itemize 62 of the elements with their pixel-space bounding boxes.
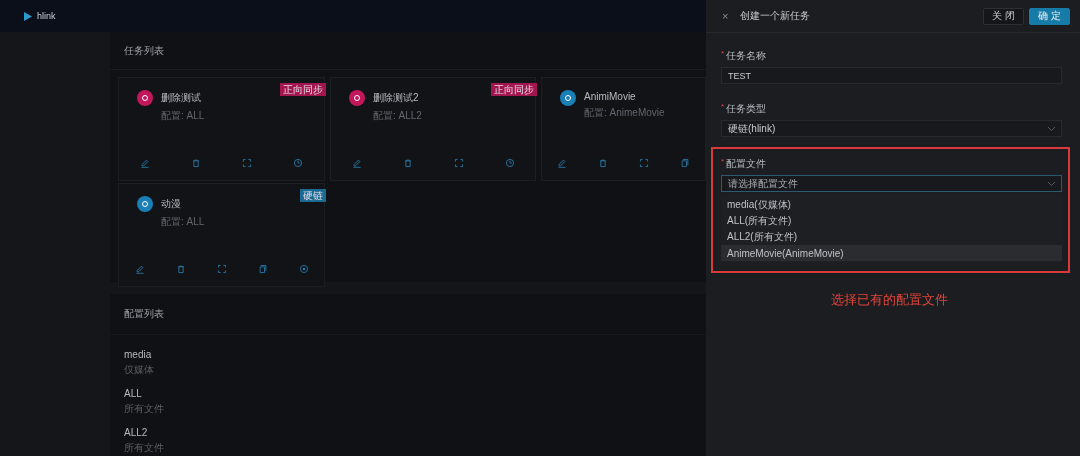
chevron-down-icon xyxy=(1048,181,1055,186)
config-description: 所有文件 xyxy=(124,402,165,416)
circle-dot-icon[interactable] xyxy=(298,264,309,274)
chevron-down-icon xyxy=(1048,126,1055,131)
close-icon[interactable]: × xyxy=(722,10,729,22)
task-config: 配置: ALL xyxy=(161,109,205,123)
input-field[interactable]: TEST xyxy=(721,67,1062,84)
pencil-icon[interactable] xyxy=(134,264,145,274)
expand-icon[interactable] xyxy=(453,158,464,168)
config-description: 所有文件 xyxy=(124,441,165,455)
task-config: 配置: ALL xyxy=(161,215,205,229)
trash-icon[interactable] xyxy=(190,158,201,168)
task-card[interactable]: 动漫 配置: ALL 硬链 xyxy=(118,183,325,287)
task-name: AnimiMovie xyxy=(584,91,637,102)
expand-icon[interactable] xyxy=(216,264,227,274)
pencil-icon[interactable] xyxy=(139,158,150,168)
clock-icon[interactable] xyxy=(504,158,515,168)
drawer-title: 创建一个新任务 xyxy=(740,9,812,23)
dropdown-option[interactable]: ALL2(所有文件) xyxy=(721,229,1062,245)
config-name: media xyxy=(124,349,153,360)
expand-icon[interactable] xyxy=(242,158,253,168)
pencil-icon[interactable] xyxy=(557,158,568,168)
task-type-tag: 硬链 xyxy=(300,189,326,202)
panel-title: 任务列表 xyxy=(124,43,164,58)
config-description: 仅媒体 xyxy=(124,363,155,377)
dropdown-option[interactable]: media(仅媒体) xyxy=(721,197,1062,213)
trash-icon[interactable] xyxy=(402,158,413,168)
trash-icon[interactable] xyxy=(598,158,609,168)
panel-title: 配置列表 xyxy=(124,307,164,321)
dropdown-option[interactable]: AnimeMovie(AnimeMovie) xyxy=(721,245,1062,261)
config-name: ALL xyxy=(124,388,143,399)
config-name: ALL2 xyxy=(124,427,149,438)
trash-icon[interactable] xyxy=(175,264,186,274)
select-field[interactable]: 请选择配置文件 xyxy=(721,175,1062,192)
play-logo-icon xyxy=(24,11,32,21)
task-card[interactable]: AnimiMovie 配置: AnimeMovie xyxy=(541,77,706,181)
task-type-tag: 正向同步 xyxy=(491,83,537,96)
required-mark: * xyxy=(721,157,725,168)
task-name: 删除测试 xyxy=(161,91,202,105)
clock-icon[interactable] xyxy=(293,158,304,168)
app-name: hlink xyxy=(37,11,56,21)
close-button[interactable]: 关 闭 xyxy=(983,7,1025,25)
expand-icon[interactable] xyxy=(638,158,649,168)
task-card[interactable]: 删除测试 配置: ALL 正向同步 xyxy=(118,77,325,181)
field-label: 任务名称 xyxy=(726,49,767,63)
field-label: 任务类型 xyxy=(726,102,767,116)
dropdown-option[interactable]: ALL(所有文件) xyxy=(721,213,1062,229)
confirm-button[interactable]: 确 定 xyxy=(1029,7,1070,25)
required-mark: * xyxy=(721,49,725,60)
required-mark: * xyxy=(721,102,725,113)
task-name: 删除测试2 xyxy=(373,91,420,105)
task-config: 配置: ALL2 xyxy=(373,109,422,123)
pencil-icon[interactable] xyxy=(351,158,362,168)
task-name: 动漫 xyxy=(161,197,182,211)
task-config: 配置: AnimeMovie xyxy=(584,106,665,120)
copy-icon[interactable] xyxy=(679,158,690,168)
task-card[interactable]: 删除测试2 配置: ALL2 正向同步 xyxy=(330,77,536,181)
field-label: 配置文件 xyxy=(726,157,767,171)
copy-icon[interactable] xyxy=(257,264,268,274)
annotation-text: 选择已有的配置文件 xyxy=(831,291,949,309)
task-type-tag: 正向同步 xyxy=(280,83,326,96)
select-field[interactable]: 硬链(hlink) xyxy=(721,120,1062,137)
